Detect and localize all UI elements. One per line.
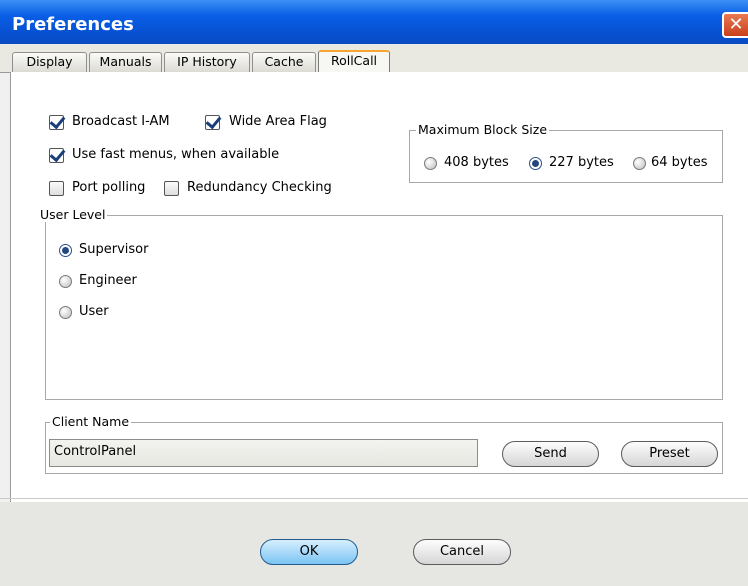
tab-manuals[interactable]: Manuals	[89, 52, 162, 72]
redundancy-checking-label: Redundancy Checking	[187, 180, 332, 195]
user-level-engineer-radio[interactable]	[59, 275, 72, 288]
wide-area-flag-checkbox[interactable]	[205, 115, 220, 130]
block-size-408-radio[interactable]	[424, 157, 437, 170]
broadcast-iam-checkbox[interactable]	[49, 115, 64, 130]
tab-ip-history[interactable]: IP History	[164, 52, 250, 72]
close-icon: ✕	[728, 14, 744, 35]
dialog-footer	[0, 502, 748, 586]
block-size-227-radio[interactable]	[529, 157, 542, 170]
port-polling-label: Port polling	[72, 180, 146, 195]
block-size-title: Maximum Block Size	[416, 122, 550, 137]
preset-button[interactable]: Preset	[621, 441, 718, 467]
fast-menus-label: Use fast menus, when available	[72, 147, 280, 162]
tab-rollcall[interactable]: RollCall	[318, 50, 390, 73]
tab-cache[interactable]: Cache	[252, 52, 316, 72]
user-level-engineer-label: Engineer	[79, 273, 137, 288]
panel-divider	[0, 498, 748, 499]
client-name-title: Client Name	[50, 414, 132, 429]
broadcast-iam-label: Broadcast I-AM	[72, 114, 170, 129]
user-level-supervisor-label: Supervisor	[79, 242, 149, 257]
tab-display[interactable]: Display	[12, 52, 87, 72]
close-button[interactable]: ✕	[722, 12, 748, 38]
tab-strip: Display Manuals IP History Cache RollCal…	[0, 44, 748, 73]
window-title: Preferences	[12, 14, 134, 35]
ok-button[interactable]: OK	[260, 539, 358, 565]
fast-menus-checkbox[interactable]	[49, 148, 64, 163]
block-size-408-label: 408 bytes	[444, 155, 509, 170]
send-button[interactable]: Send	[502, 441, 599, 467]
block-size-64-radio[interactable]	[633, 157, 646, 170]
user-level-title: User Level	[38, 207, 108, 222]
user-level-user-label: User	[79, 304, 109, 319]
block-size-64-label: 64 bytes	[651, 155, 708, 170]
port-polling-checkbox[interactable]	[49, 181, 64, 196]
title-bar: Preferences	[0, 0, 748, 44]
wide-area-flag-label: Wide Area Flag	[229, 114, 327, 129]
redundancy-checking-checkbox[interactable]	[164, 181, 179, 196]
user-level-supervisor-radio[interactable]	[59, 244, 72, 257]
user-level-user-radio[interactable]	[59, 306, 72, 319]
block-size-227-label: 227 bytes	[549, 155, 614, 170]
cancel-button[interactable]: Cancel	[413, 539, 511, 565]
client-name-field[interactable]: ControlPanel	[49, 439, 478, 467]
